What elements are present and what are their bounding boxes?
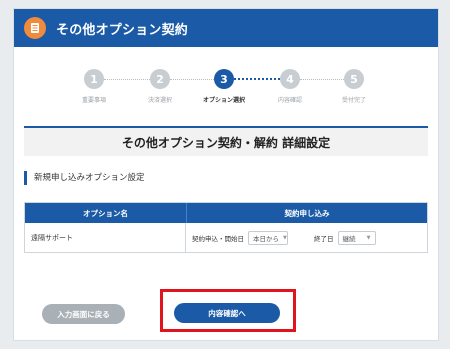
step-connector bbox=[300, 79, 344, 80]
page-header: その他オプション契約 bbox=[14, 9, 438, 47]
progress-steps: 1 重要事項 2 決済選択 3 オプション選択 4 内容確認 5 受付完了 bbox=[14, 69, 438, 109]
step-1-label: 重要事項 bbox=[81, 97, 107, 104]
start-date-label: 契約申込・開始日 bbox=[192, 234, 244, 243]
start-date-select[interactable]: 本日から ▼ bbox=[248, 230, 288, 245]
end-date-select[interactable]: 継続 ▼ bbox=[337, 230, 376, 245]
page-title: その他オプション契約 bbox=[56, 23, 189, 38]
back-to-input-button[interactable]: 入力画面に戻る bbox=[42, 304, 125, 324]
step-connector bbox=[170, 79, 214, 80]
main-panel: その他オプション契約 1 重要事項 2 決済選択 3 オプション選択 4 内容確… bbox=[13, 8, 439, 341]
step-3-circle: 3 bbox=[214, 69, 234, 89]
step-5-circle: 5 bbox=[344, 69, 364, 89]
step-1-circle: 1 bbox=[84, 69, 104, 89]
step-2-circle: 2 bbox=[150, 69, 170, 89]
chevron-down-icon: ▼ bbox=[283, 234, 287, 241]
chevron-down-icon: ▼ bbox=[366, 234, 371, 241]
end-date-value: 継続 bbox=[342, 234, 356, 243]
step-5-label: 受付完了 bbox=[341, 97, 367, 104]
table-header: オプション名 契約申し込み bbox=[25, 203, 427, 223]
document-icon bbox=[24, 17, 46, 39]
options-table: オプション名 契約申し込み 遠隔サポート 契約申込・開始日 本日から ▼ 終了日… bbox=[24, 202, 428, 253]
start-date-value: 本日から bbox=[253, 234, 279, 243]
table-row: 遠隔サポート 契約申込・開始日 本日から ▼ 終了日 継続 ▼ bbox=[25, 223, 427, 252]
step-4-label: 内容確認 bbox=[277, 97, 303, 104]
step-2-label: 決済選択 bbox=[147, 97, 173, 104]
step-3-label: オプション選択 bbox=[202, 97, 246, 104]
highlight-box bbox=[160, 289, 296, 332]
section-title: その他オプション契約・解約 詳細設定 bbox=[24, 126, 428, 156]
contract-cell: 契約申込・開始日 本日から ▼ 終了日 継続 ▼ bbox=[186, 223, 427, 252]
step-4-circle: 4 bbox=[280, 69, 300, 89]
end-date-label: 終了日 bbox=[314, 234, 334, 243]
column-header-contract: 契約申し込み bbox=[284, 208, 330, 218]
option-name-cell: 遠隔サポート bbox=[25, 223, 186, 252]
column-header-option-name: オプション名 bbox=[25, 203, 187, 223]
step-connector bbox=[234, 78, 280, 80]
step-connector bbox=[104, 79, 150, 80]
subsection-heading: 新規申し込みオプション設定 bbox=[24, 171, 145, 185]
